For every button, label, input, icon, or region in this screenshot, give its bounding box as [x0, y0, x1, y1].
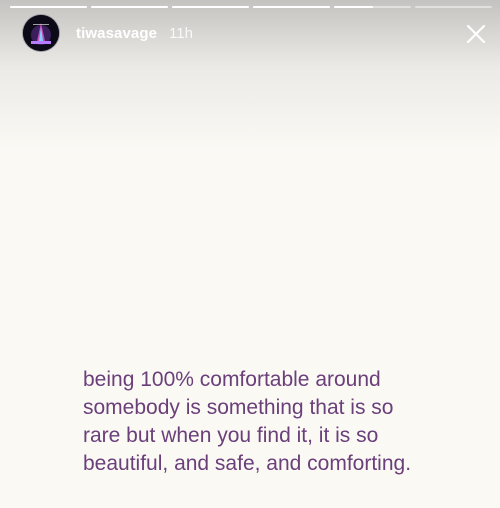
story-progress-bar [10, 6, 492, 9]
progress-segment [334, 6, 411, 8]
close-button[interactable] [464, 22, 488, 46]
progress-segment [415, 6, 492, 8]
quote-line: rare but when you find it, it is so [83, 424, 379, 447]
quote-line: being 100% comfortable around [83, 368, 381, 391]
story-quote-text: being 100% comfortable around somebody i… [83, 366, 483, 478]
quote-line: somebody is something that is so [83, 396, 394, 419]
avatar[interactable] [22, 14, 60, 52]
story-viewer[interactable]: tiwasavage 11h being 100% comfortable ar… [0, 0, 500, 508]
avatar-image [23, 15, 59, 51]
close-icon [466, 24, 486, 44]
quote-line: beautiful, and safe, and comforting. [83, 452, 412, 475]
progress-segment [91, 6, 168, 8]
timestamp: 11h [169, 24, 193, 42]
progress-segment [172, 6, 249, 8]
story-header: tiwasavage 11h [22, 14, 193, 52]
username[interactable]: tiwasavage [76, 25, 157, 42]
progress-segment [10, 6, 87, 8]
progress-segment [253, 6, 330, 8]
